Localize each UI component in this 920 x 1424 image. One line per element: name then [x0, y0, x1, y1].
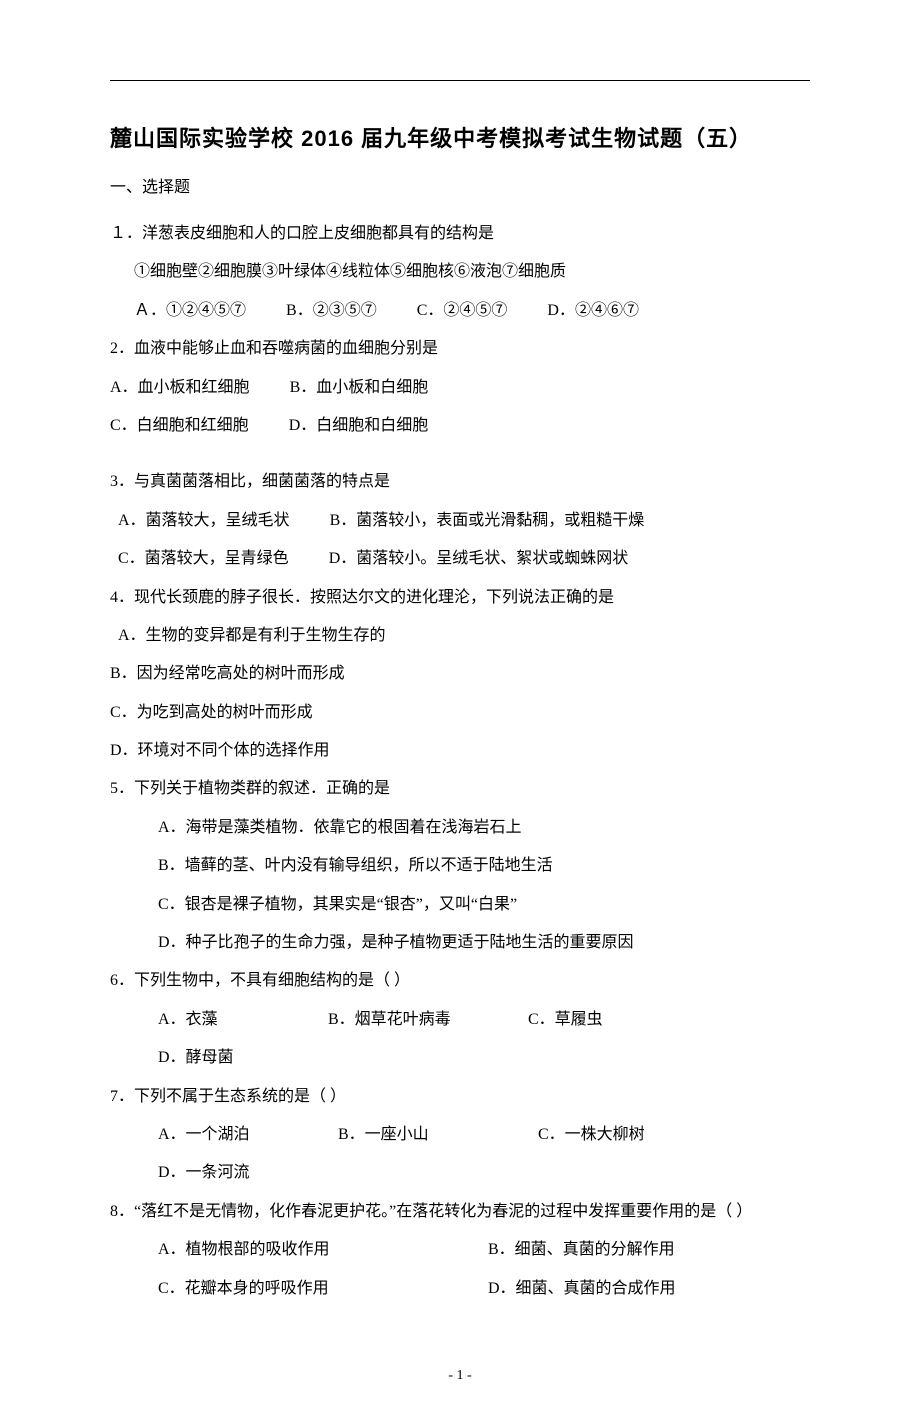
q4-option-b: B．因为经常吃高处的树叶而形成: [110, 655, 810, 693]
q2-options-row2: C．白细胞和红细胞 D．白细胞和白细胞: [110, 407, 810, 445]
q5-option-c: C．银杏是裸子植物，其果实是“银杏”，又叫“白果”: [110, 886, 810, 924]
q1-stem: １．洋葱表皮细胞和人的口腔上皮细胞都具有的结构是: [110, 215, 810, 253]
question-5: 5．下列关于植物类群的叙述．正确的是 A．海带是藻类植物．依靠它的根固着在浅海岩…: [110, 770, 810, 962]
q7-option-b: B．一座小山: [338, 1116, 498, 1154]
q1-option-a: Ａ．①②④⑤⑦: [134, 292, 246, 330]
q4-option-c: C．为吃到高处的树叶而形成: [110, 694, 810, 732]
q4-option-a: A．生物的变异都是有利于生物生存的: [110, 617, 810, 655]
q2-option-d: D．白细胞和白细胞: [289, 407, 429, 445]
q7-option-d: D．一条河流: [158, 1154, 250, 1192]
q8-option-b: B．细菌、真菌的分解作用: [488, 1231, 675, 1269]
q5-option-b: B．墙藓的茎、叶内没有输导组织，所以不适于陆地生活: [110, 847, 810, 885]
q8-options-row1: A．植物根部的吸收作用 B．细菌、真菌的分解作用: [110, 1231, 810, 1269]
question-2: 2．血液中能够止血和吞噬病菌的血细胞分别是 A．血小板和红细胞 B．血小板和白细…: [110, 330, 810, 445]
q1-option-b: B．②③⑤⑦: [286, 292, 377, 330]
q3-options-row1: A．菌落较大，呈绒毛状 B．菌落较小，表面或光滑黏稠，或粗糙干燥: [110, 502, 810, 540]
q1-options: Ａ．①②④⑤⑦ B．②③⑤⑦ C．②④⑤⑦ D．②④⑥⑦: [110, 292, 810, 330]
question-8: 8．“落红不是无情物，化作春泥更护花。”在落花转化为春泥的过程中发挥重要作用的是…: [110, 1193, 810, 1308]
q7-options: A．一个湖泊 B．一座小山 C．一株大柳树 D．一条河流: [110, 1116, 810, 1193]
q8-option-c: C．花瓣本身的呼吸作用: [158, 1270, 448, 1308]
top-rule: [110, 80, 810, 81]
q3-option-b: B．菌落较小，表面或光滑黏稠，或粗糙干燥: [330, 502, 645, 540]
page-footer: - 1 -: [110, 1368, 810, 1384]
q5-option-a: A．海带是藻类植物．依靠它的根固着在浅海岩石上: [110, 809, 810, 847]
q2-option-a: A．血小板和红细胞: [110, 369, 250, 407]
q2-option-b: B．血小板和白细胞: [290, 369, 429, 407]
section-heading: 一、选择题: [110, 173, 810, 197]
q3-option-a: A．菌落较大，呈绒毛状: [118, 502, 290, 540]
q3-stem: 3．与真菌菌落相比，细菌菌落的特点是: [110, 463, 810, 501]
q8-stem: 8．“落红不是无情物，化作春泥更护花。”在落花转化为春泥的过程中发挥重要作用的是…: [110, 1193, 810, 1231]
q5-option-d: D．种子比孢子的生命力强，是种子植物更适于陆地生活的重要原因: [110, 924, 810, 962]
question-3: 3．与真菌菌落相比，细菌菌落的特点是 A．菌落较大，呈绒毛状 B．菌落较小，表面…: [110, 463, 810, 578]
q8-option-a: A．植物根部的吸收作用: [158, 1231, 448, 1269]
question-1: １．洋葱表皮细胞和人的口腔上皮细胞都具有的结构是 ①细胞壁②细胞膜③叶绿体④线粒…: [110, 215, 810, 330]
q7-stem: 7．下列不属于生态系统的是（ ）: [110, 1078, 810, 1116]
q6-option-a: A．衣藻: [158, 1001, 288, 1039]
q6-option-d: D．酵母菌: [158, 1039, 234, 1077]
q1-option-c: C．②④⑤⑦: [417, 292, 508, 330]
question-6: 6．下列生物中，不具有细胞结构的是（ ） A．衣藻 B．烟草花叶病毒 C．草履虫…: [110, 962, 810, 1077]
spacer: [110, 445, 810, 463]
q3-option-d: D．菌落较小。呈绒毛状、絮状或蜘蛛网状: [329, 540, 629, 578]
q2-options-row1: A．血小板和红细胞 B．血小板和白细胞: [110, 369, 810, 407]
q6-options: A．衣藻 B．烟草花叶病毒 C．草履虫 D．酵母菌: [110, 1001, 810, 1078]
question-7: 7．下列不属于生态系统的是（ ） A．一个湖泊 B．一座小山 C．一株大柳树 D…: [110, 1078, 810, 1193]
q7-option-c: C．一株大柳树: [538, 1116, 708, 1154]
q5-stem: 5．下列关于植物类群的叙述．正确的是: [110, 770, 810, 808]
q8-option-d: D．细菌、真菌的合成作用: [488, 1270, 676, 1308]
q2-stem: 2．血液中能够止血和吞噬病菌的血细胞分别是: [110, 330, 810, 368]
q8-options-row2: C．花瓣本身的呼吸作用 D．细菌、真菌的合成作用: [110, 1270, 810, 1308]
q1-option-d: D．②④⑥⑦: [547, 292, 639, 330]
q7-option-a: A．一个湖泊: [158, 1116, 298, 1154]
q3-options-row2: C．菌落较大，呈青绿色 D．菌落较小。呈绒毛状、絮状或蜘蛛网状: [110, 540, 810, 578]
page-number: - 1 -: [442, 1368, 477, 1384]
question-4: 4．现代长颈鹿的脖子很长．按照达尔文的进化理沦，下列说法正确的是 A．生物的变异…: [110, 579, 810, 771]
q6-option-c: C．草履虫: [528, 1001, 668, 1039]
q4-stem: 4．现代长颈鹿的脖子很长．按照达尔文的进化理沦，下列说法正确的是: [110, 579, 810, 617]
document-page: 麓山国际实验学校 2016 届九年级中考模拟考试生物试题（五） 一、选择题 １．…: [0, 0, 920, 1424]
q6-option-b: B．烟草花叶病毒: [328, 1001, 488, 1039]
q6-stem: 6．下列生物中，不具有细胞结构的是（ ）: [110, 962, 810, 1000]
document-title: 麓山国际实验学校 2016 届九年级中考模拟考试生物试题（五）: [110, 121, 810, 153]
q2-option-c: C．白细胞和红细胞: [110, 407, 249, 445]
q1-sub: ①细胞壁②细胞膜③叶绿体④线粒体⑤细胞核⑥液泡⑦细胞质: [110, 253, 810, 291]
q4-option-d: D．环境对不同个体的选择作用: [110, 732, 810, 770]
q3-option-c: C．菌落较大，呈青绿色: [118, 540, 289, 578]
